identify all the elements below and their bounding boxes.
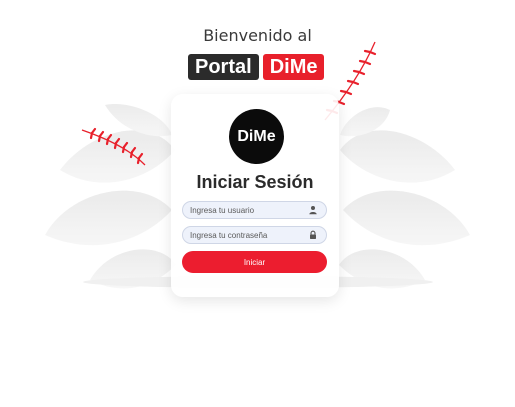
login-button[interactable]: Iniciar — [182, 251, 327, 273]
username-field-container — [182, 201, 327, 219]
password-input[interactable] — [190, 230, 308, 240]
password-field-container — [182, 226, 327, 244]
username-input[interactable] — [190, 205, 308, 215]
login-title: Iniciar Sesión — [196, 172, 314, 192]
brand-portal-text: Portal — [188, 54, 259, 80]
lock-icon — [310, 230, 316, 239]
leaf-right-shape — [339, 107, 470, 289]
welcome-heading: Bienvenido al — [203, 26, 312, 45]
portal-brand-logo: Portal DiMe — [188, 54, 325, 80]
user-icon — [309, 206, 317, 215]
dime-logo: DiMe — [229, 109, 284, 164]
brand-dime-text: DiMe — [262, 54, 325, 80]
leaf-left-shape — [45, 104, 176, 289]
logo-text: DiMe — [237, 127, 276, 145]
